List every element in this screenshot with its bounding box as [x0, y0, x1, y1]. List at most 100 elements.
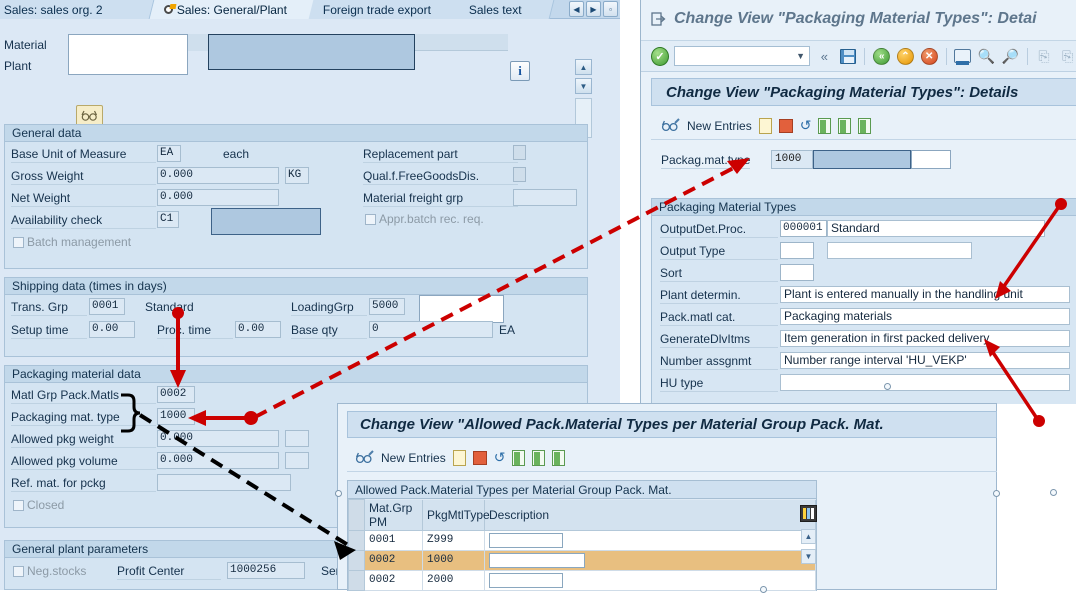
resize-handle-right[interactable] [993, 490, 1000, 497]
setup-time-input[interactable]: 0.00 [89, 321, 135, 338]
copy-icon[interactable] [452, 449, 466, 466]
cancel-red-icon[interactable]: ✕ [920, 46, 939, 66]
enter-check-icon[interactable]: ✓ [651, 46, 669, 66]
table-row[interactable]: 0002 1000 [348, 549, 816, 571]
net-weight-input[interactable]: 0.000 [157, 189, 279, 206]
allowed-pkg-volume-input[interactable]: 0.000 [157, 452, 279, 469]
new-entries-button[interactable]: New Entries [687, 119, 752, 133]
scroll-up-icon[interactable]: ▲ [575, 59, 592, 75]
proc-time-input[interactable]: 0.00 [235, 321, 281, 338]
batch-management-checkbox[interactable] [13, 237, 24, 248]
new-entries-button[interactable]: New Entries [381, 451, 446, 465]
scroll-down-icon[interactable]: ▼ [801, 549, 816, 564]
gross-weight-input[interactable]: 0.000 [157, 167, 279, 184]
prev-entry-icon[interactable] [818, 117, 832, 134]
scroll-up-icon[interactable]: ▲ [801, 529, 816, 544]
tab-sales-general-plant[interactable]: Sales: General/Plant [149, 0, 320, 19]
resize-handle-rw-bottom[interactable] [884, 383, 891, 390]
column-config-icon[interactable] [800, 505, 817, 522]
material-input[interactable] [68, 34, 188, 75]
column-header-mat-grp-pm[interactable]: Mat.Grp PM [364, 499, 423, 531]
row-selector[interactable] [348, 569, 365, 591]
profit-center-input[interactable]: 1000256 [227, 562, 305, 579]
description-input[interactable] [489, 572, 563, 588]
hu-type-value[interactable] [780, 374, 1070, 391]
matl-grp-pack-matls-input[interactable]: 0002 [157, 386, 195, 403]
table-row[interactable]: 0001 Z999 [348, 529, 816, 551]
table-row[interactable]: 0002 2000 [348, 569, 816, 591]
trans-grp-input[interactable]: 0001 [89, 298, 125, 315]
other-entry-icon[interactable] [858, 117, 872, 134]
glasses-pencil-icon[interactable] [355, 450, 374, 465]
allowed-pkg-volume-unit[interactable] [285, 452, 309, 469]
first-page-icon[interactable]: ⎘ [1035, 46, 1054, 66]
material-freight-grp-input[interactable] [513, 189, 577, 206]
description-input[interactable] [489, 532, 563, 548]
other-entry-icon[interactable] [552, 449, 566, 466]
resize-handle-far-right[interactable] [1050, 489, 1057, 496]
save-icon[interactable] [839, 46, 858, 66]
plant-determin-value[interactable]: Plant is entered manually in the handlin… [780, 286, 1070, 303]
undo-icon[interactable]: ↺ [494, 449, 506, 466]
tab-sales-text[interactable]: Sales text [454, 0, 555, 19]
cell-mat-grp-pm[interactable]: 0001 [364, 529, 423, 551]
resize-handle-left[interactable] [335, 490, 342, 497]
prev-page-icon[interactable]: ⎘ [1058, 46, 1076, 66]
sort-key[interactable] [780, 264, 814, 281]
packaging-mat-type-input[interactable]: 1000 [157, 408, 195, 425]
gross-weight-unit-input[interactable]: KG [285, 167, 309, 184]
glasses-pencil-icon[interactable] [661, 118, 680, 133]
row-selector[interactable] [348, 549, 365, 571]
qual-free-goods-input[interactable] [513, 167, 526, 182]
find-next-icon[interactable]: 🔎 [1001, 46, 1020, 66]
copy-icon[interactable] [758, 117, 772, 134]
dropdown-arrow-icon[interactable]: ▼ [796, 51, 805, 61]
availability-check-input[interactable]: C1 [157, 211, 179, 228]
pack-matl-cat-value[interactable]: Packaging materials [780, 308, 1070, 325]
tab-sales-sales-org-2[interactable]: Sales: sales org. 2 [0, 0, 155, 19]
allowed-pkg-weight-input[interactable]: 0.000 [157, 430, 279, 447]
loading-grp-description[interactable] [419, 295, 504, 323]
material-ext-field[interactable] [188, 34, 208, 51]
availability-check-description[interactable] [211, 208, 321, 235]
cell-pkg-mtl-type[interactable]: 1000 [422, 549, 485, 571]
tab-scroll-right-icon[interactable]: ▶ [586, 1, 601, 17]
tab-list-icon[interactable]: ▫ [603, 1, 618, 17]
command-field[interactable]: ▼ [673, 46, 810, 66]
material-description-selected[interactable] [208, 34, 415, 70]
column-header-description[interactable]: Description [484, 499, 816, 531]
next-entry-icon[interactable] [838, 117, 852, 134]
find-icon[interactable]: 🔍 [977, 46, 996, 66]
exit-yellow-icon[interactable]: ⌃ [896, 46, 915, 66]
cell-description[interactable] [484, 529, 816, 551]
generate-dlv-itms-value[interactable]: Item generation in first packed delivery [780, 330, 1070, 347]
info-icon[interactable]: i [510, 61, 530, 81]
closed-checkbox[interactable] [13, 500, 24, 511]
description-input[interactable] [489, 552, 585, 568]
undo-icon[interactable]: ↺ [800, 117, 812, 134]
outputdet-proc-key[interactable]: 000001 [780, 220, 827, 237]
packag-mat-type-description[interactable] [813, 150, 911, 169]
scroll-down-icon[interactable]: ▼ [575, 78, 592, 94]
chevron-double-left-icon[interactable]: « [815, 46, 834, 66]
cell-pkg-mtl-type[interactable]: Z999 [422, 529, 485, 551]
cell-pkg-mtl-type[interactable]: 2000 [422, 569, 485, 591]
back-green-icon[interactable]: « [872, 46, 891, 66]
allowed-pkg-weight-unit[interactable] [285, 430, 309, 447]
next-entry-icon[interactable] [532, 449, 546, 466]
neg-stocks-checkbox[interactable] [13, 566, 24, 577]
cell-mat-grp-pm[interactable]: 0002 [364, 549, 423, 571]
packag-mat-type-input[interactable]: 1000 [771, 150, 813, 169]
output-type-key[interactable] [780, 242, 814, 259]
base-qty-input[interactable]: 0 [369, 321, 493, 338]
row-selector[interactable] [348, 529, 365, 551]
ref-mat-for-pckg-input[interactable] [157, 474, 291, 491]
delete-icon[interactable] [778, 118, 793, 133]
loading-grp-input[interactable]: 5000 [369, 298, 405, 315]
number-assgnmt-value[interactable]: Number range interval 'HU_VEKP' [780, 352, 1070, 369]
tab-foreign-trade-export[interactable]: Foreign trade export [308, 0, 464, 19]
print-icon[interactable] [953, 46, 972, 66]
packag-mat-type-description-2[interactable] [911, 150, 951, 169]
base-uom-input[interactable]: EA [157, 145, 181, 162]
cell-mat-grp-pm[interactable]: 0002 [364, 569, 423, 591]
